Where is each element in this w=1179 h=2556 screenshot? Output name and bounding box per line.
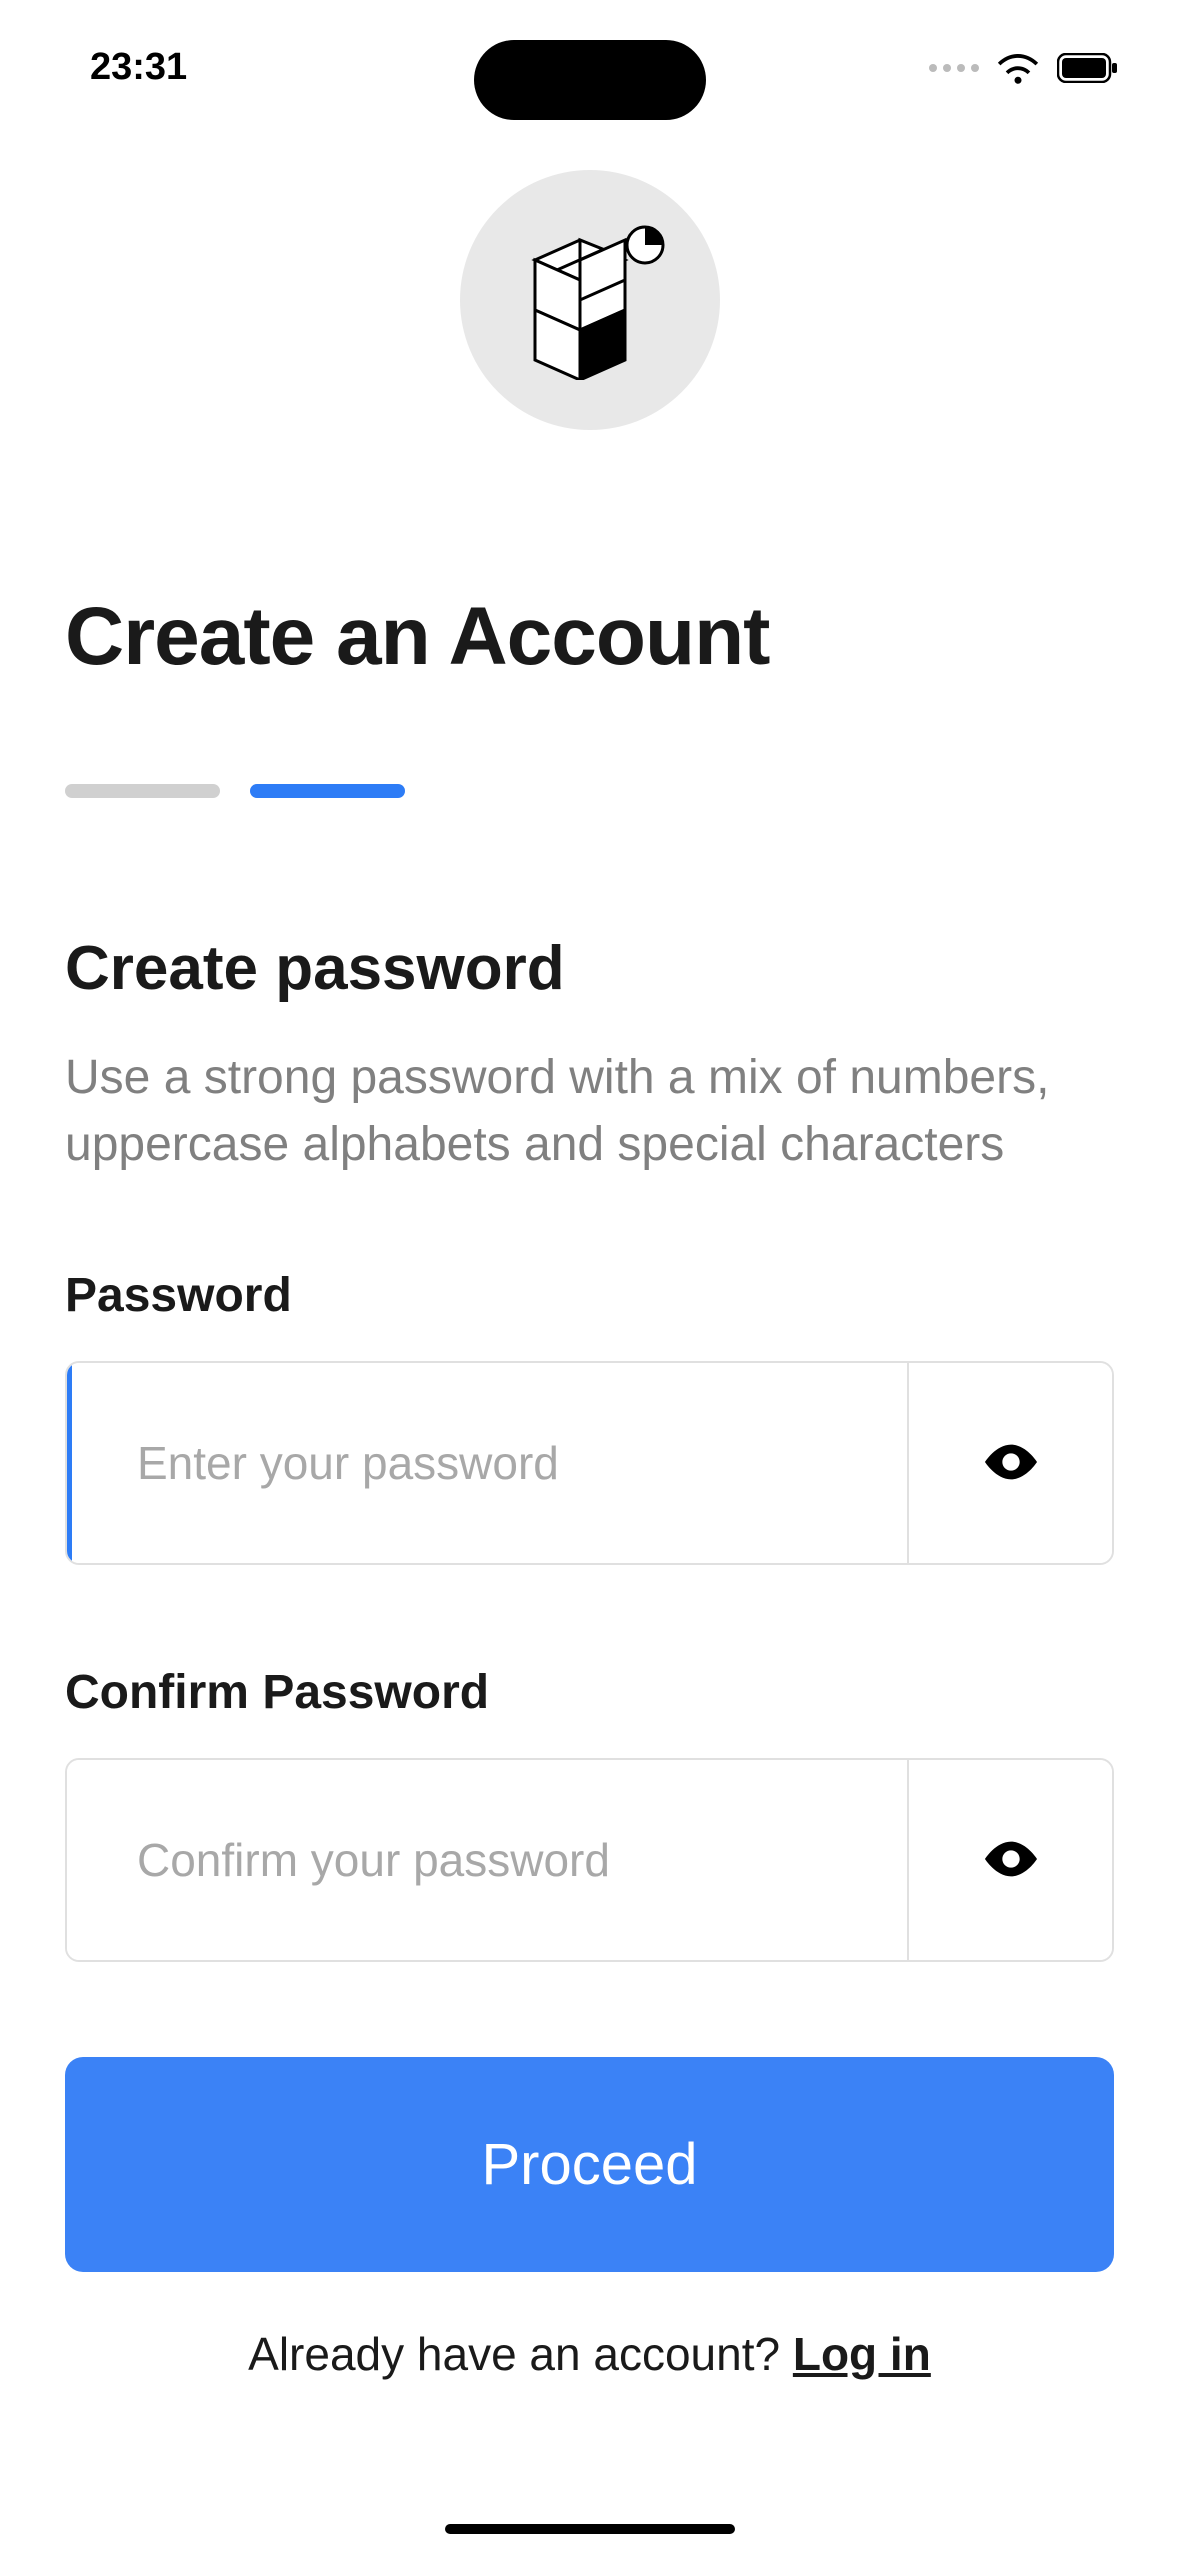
battery-icon [1057, 53, 1119, 83]
footer-text: Already have an account? Log in [65, 2327, 1114, 2381]
dynamic-island [474, 40, 706, 120]
status-time: 23:31 [90, 46, 187, 89]
password-input[interactable] [67, 1363, 907, 1563]
app-logo [460, 170, 720, 430]
login-link[interactable]: Log in [793, 2328, 931, 2380]
status-icons [929, 52, 1119, 84]
progress-step-1 [65, 784, 220, 798]
password-input-wrapper [65, 1361, 1114, 1565]
cellular-icon [929, 64, 979, 72]
logo-container [0, 170, 1179, 430]
page-title: Create an Account [65, 590, 1114, 684]
confirm-password-visibility-toggle[interactable] [907, 1760, 1112, 1960]
confirm-password-input-wrapper [65, 1758, 1114, 1962]
progress-step-2 [250, 784, 405, 798]
home-indicator[interactable] [445, 2524, 735, 2534]
password-label: Password [65, 1268, 1114, 1323]
eye-icon [985, 1841, 1037, 1880]
footer-prompt: Already have an account? [248, 2328, 793, 2380]
confirm-password-label: Confirm Password [65, 1665, 1114, 1720]
password-visibility-toggle[interactable] [907, 1363, 1112, 1563]
proceed-button[interactable]: Proceed [65, 2057, 1114, 2272]
confirm-password-input[interactable] [67, 1760, 907, 1960]
section-title: Create password [65, 933, 1114, 1004]
confirm-password-field-group: Confirm Password [65, 1665, 1114, 1962]
status-bar: 23:31 [0, 0, 1179, 120]
eye-icon [985, 1444, 1037, 1483]
section-description: Use a strong password with a mix of numb… [65, 1044, 1114, 1178]
password-field-group: Password [65, 1268, 1114, 1565]
progress-indicator [65, 784, 1114, 798]
wifi-icon [997, 52, 1039, 84]
